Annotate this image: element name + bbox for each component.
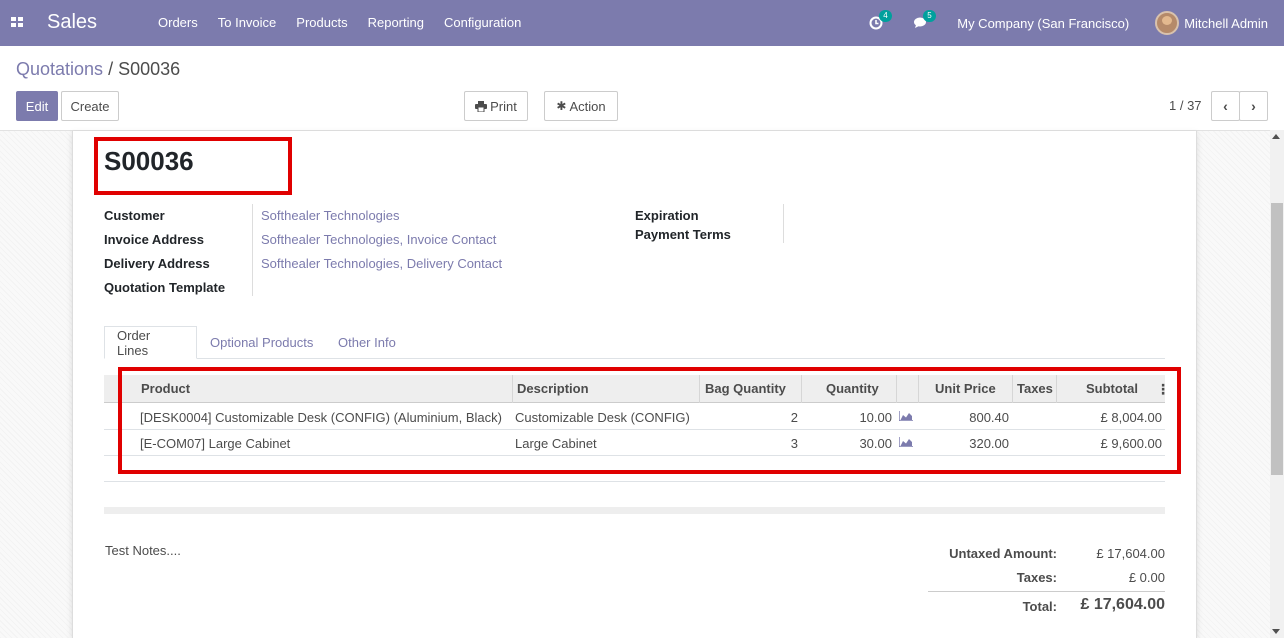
edit-button[interactable]: Edit xyxy=(16,91,58,121)
apps-menu-icon[interactable] xyxy=(11,17,23,27)
breadcrumb-current: S00036 xyxy=(118,59,181,79)
chevron-right-icon: › xyxy=(1251,98,1256,114)
action-label: Action xyxy=(569,98,606,114)
invoice-address-link[interactable]: Softhealer Technologies, Invoice Contact xyxy=(261,232,496,247)
user-menu[interactable]: Mitchell Admin xyxy=(1184,16,1268,31)
company-switcher[interactable]: My Company (San Francisco) xyxy=(957,16,1129,31)
main-menu: Orders To Invoice Products Reporting Con… xyxy=(158,15,541,30)
pager-previous-button[interactable]: ‹ xyxy=(1211,91,1240,121)
section-divider xyxy=(104,507,1165,514)
menu-item-to-invoice[interactable]: To Invoice xyxy=(218,15,277,30)
scrollbar-thumb[interactable] xyxy=(1271,203,1283,475)
field-separator xyxy=(252,204,253,296)
menu-item-products[interactable]: Products xyxy=(296,15,347,30)
messages-count-badge: 5 xyxy=(923,10,936,22)
activity-count-badge: 4 xyxy=(879,10,892,22)
print-button[interactable]: Print xyxy=(464,91,528,121)
expiration-label: Expiration xyxy=(635,208,699,223)
top-navbar: Sales Orders To Invoice Products Reporti… xyxy=(0,0,1284,46)
create-button[interactable]: Create xyxy=(61,91,119,121)
app-title[interactable]: Sales xyxy=(47,11,97,34)
print-label: Print xyxy=(490,98,517,114)
total-label: Total: xyxy=(1022,599,1057,614)
payment-terms-label: Payment Terms xyxy=(635,227,731,242)
action-button[interactable]: ✱ Action xyxy=(544,91,618,121)
untaxed-amount-label: Untaxed Amount: xyxy=(949,546,1057,561)
customer-label: Customer xyxy=(104,208,165,223)
delivery-address-label: Delivery Address xyxy=(104,256,210,271)
gear-icon: ✱ xyxy=(556,99,567,113)
terms-notes[interactable]: Test Notes.... xyxy=(105,543,181,558)
taxes-value: £ 0.00 xyxy=(1128,570,1165,585)
table-bottom-line xyxy=(104,481,1165,482)
tab-other-info[interactable]: Other Info xyxy=(326,326,408,359)
invoice-address-label: Invoice Address xyxy=(104,232,204,247)
messages-chat-icon[interactable]: 5 xyxy=(913,10,936,30)
print-icon xyxy=(475,100,488,112)
systray: 4 5 My Company (San Francisco) Mitchell … xyxy=(869,0,1284,46)
breadcrumb-separator: / xyxy=(108,59,114,79)
menu-item-configuration[interactable]: Configuration xyxy=(444,15,521,30)
activity-clock-icon[interactable]: 4 xyxy=(869,10,892,30)
breadcrumb-quotations-link[interactable]: Quotations xyxy=(16,59,103,79)
tab-order-lines[interactable]: Order Lines xyxy=(104,326,197,359)
taxes-label: Taxes: xyxy=(1016,570,1057,585)
highlight-box-title xyxy=(94,137,292,195)
highlight-box-order-lines xyxy=(118,367,1181,474)
menu-item-reporting[interactable]: Reporting xyxy=(368,15,424,30)
scroll-up-arrow-icon[interactable] xyxy=(1272,134,1280,139)
tab-optional-products[interactable]: Optional Products xyxy=(198,326,325,359)
scroll-down-arrow-icon[interactable] xyxy=(1272,629,1280,634)
menu-item-orders[interactable]: Orders xyxy=(158,15,198,30)
customer-link[interactable]: Softhealer Technologies xyxy=(261,208,400,223)
chevron-left-icon: ‹ xyxy=(1223,98,1228,114)
delivery-address-link[interactable]: Softhealer Technologies, Delivery Contac… xyxy=(261,256,502,271)
breadcrumb: Quotations / S00036 xyxy=(16,59,180,80)
total-value: £ 17,604.00 xyxy=(1080,596,1165,613)
field-separator-right xyxy=(783,204,784,243)
quotation-template-label: Quotation Template xyxy=(104,280,226,295)
untaxed-amount-value: £ 17,604.00 xyxy=(1096,546,1165,561)
pager-next-button[interactable]: › xyxy=(1239,91,1268,121)
pager-value[interactable]: 1 / 37 xyxy=(1169,98,1202,113)
totals-divider xyxy=(928,591,1165,592)
user-avatar[interactable] xyxy=(1155,11,1180,35)
